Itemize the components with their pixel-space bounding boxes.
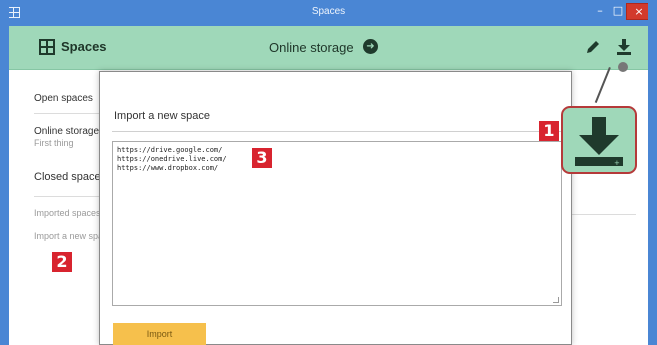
title-bar: Spaces – □ ×	[0, 0, 657, 26]
url-line: https://www.dropbox.com/	[117, 164, 219, 172]
svg-text:+: +	[614, 159, 620, 167]
import-button[interactable]: Import	[113, 323, 206, 345]
step-badge-1: 1	[539, 121, 559, 141]
sidebar-item-online-storage[interactable]: Online storage	[34, 126, 104, 137]
pencil-icon[interactable]	[584, 38, 602, 56]
window-frame-left	[0, 0, 9, 345]
download-icon[interactable]	[615, 37, 633, 57]
sidebar-item-first-thing: First thing	[34, 138, 74, 148]
step-badge-2: 2	[52, 252, 72, 272]
dialog-title: Import a new space	[114, 110, 210, 122]
sidebar-divider	[34, 113, 104, 114]
sidebar-item-closed-spaces[interactable]: Closed spaces	[34, 171, 104, 183]
sidebar-item-import-new-space[interactable]: Import a new space	[34, 231, 104, 241]
download-icon-large: +	[575, 117, 623, 167]
url-line: https://drive.google.com/	[117, 146, 223, 154]
callout-dot	[618, 62, 628, 72]
import-dialog: Import a new space https://drive.google.…	[99, 71, 572, 345]
window-frame-right	[648, 0, 657, 345]
app-header: Spaces Online storage ➜	[9, 26, 648, 70]
callout-line	[594, 67, 611, 103]
sidebar-item-open-spaces[interactable]: Open spaces	[34, 93, 104, 104]
dialog-divider	[112, 131, 562, 132]
resize-grip-icon[interactable]	[553, 297, 559, 303]
maximize-button[interactable]: □	[610, 3, 626, 20]
minimize-button[interactable]: –	[592, 3, 608, 20]
url-line: https://onedrive.live.com/	[117, 155, 227, 163]
window-title: Spaces	[311, 6, 346, 17]
sidebar: Open spaces Online storage First thing C…	[9, 71, 104, 345]
sidebar-divider	[34, 196, 104, 197]
spaces-grid-icon	[39, 39, 55, 55]
arrow-circle-icon[interactable]: ➜	[363, 39, 378, 54]
url-textarea[interactable]: https://drive.google.com/ https://onedri…	[112, 141, 562, 306]
step-badge-3: 3	[252, 148, 272, 168]
content-divider	[572, 214, 636, 215]
spaces-title[interactable]: Spaces	[61, 39, 107, 54]
online-storage-label: Online storage	[269, 40, 354, 55]
sidebar-item-imported-spaces[interactable]: Imported spaces	[34, 208, 104, 218]
download-icon-zoom: +	[561, 106, 637, 174]
